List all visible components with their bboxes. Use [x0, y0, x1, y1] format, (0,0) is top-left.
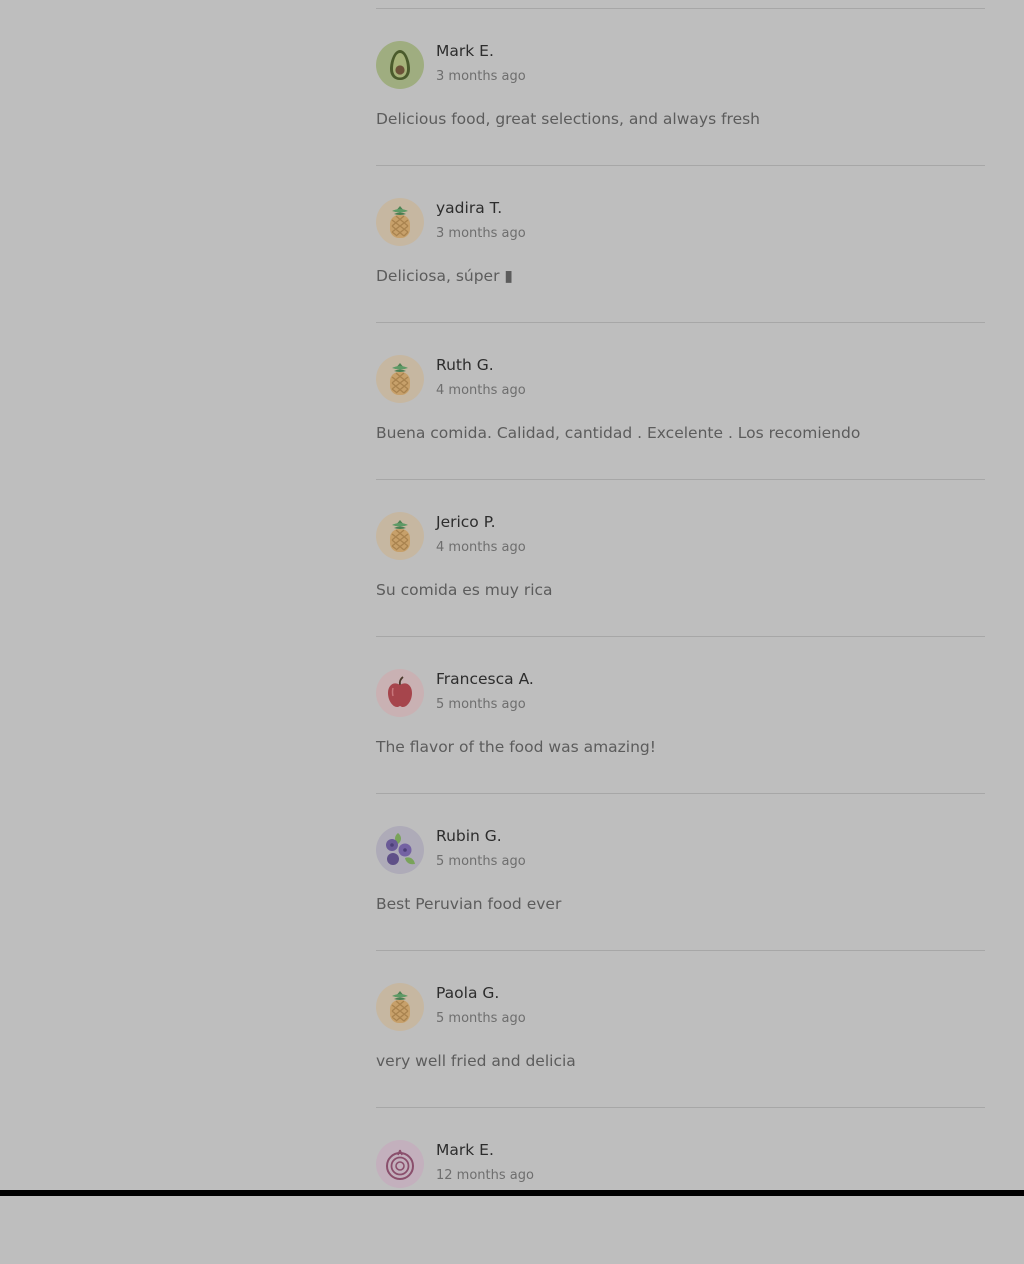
avatar: [376, 826, 424, 874]
review-time: 5 months ago: [436, 697, 526, 712]
review-time: 3 months ago: [436, 226, 526, 241]
avatar: [376, 1140, 424, 1188]
review-item: Jerico P. 4 months ago Su comida es muy …: [376, 480, 985, 636]
bottom-edge-bar: [0, 1190, 1024, 1196]
review-item: Rubin G. 5 months ago Best Peruvian food…: [376, 794, 985, 950]
avatar: [376, 512, 424, 560]
avatar: [376, 41, 424, 89]
avatar: [376, 198, 424, 246]
avatar: [376, 983, 424, 1031]
review-item: Mark E. 3 months ago Delicious food, gre…: [376, 9, 985, 165]
reviewer-name: Jerico P.: [436, 513, 496, 531]
reviewer-name: Ruth G.: [436, 356, 494, 374]
review-item: Paola G. 5 months ago very well fried an…: [376, 951, 985, 1107]
review-text: Buena comida. Calidad, cantidad . Excele…: [376, 424, 861, 442]
review-time: 5 months ago: [436, 854, 526, 869]
review-text: Deliciosa, súper ▮: [376, 267, 513, 285]
avatar: [376, 669, 424, 717]
apple-icon: [388, 676, 412, 707]
review-time: 3 months ago: [436, 69, 526, 84]
reviewer-name: Paola G.: [436, 984, 500, 1002]
review-item: Ruth G. 4 months ago Buena comida. Calid…: [376, 323, 985, 479]
review-time: 12 months ago: [436, 1168, 534, 1183]
reviewer-name: yadira T.: [436, 199, 503, 217]
review-time: 5 months ago: [436, 1011, 526, 1026]
pineapple-icon: [390, 520, 410, 552]
pineapple-icon: [390, 206, 410, 238]
avatar: [376, 355, 424, 403]
reviewer-name: Mark E.: [436, 1141, 494, 1159]
review-text: Best Peruvian food ever: [376, 895, 562, 913]
review-time: 4 months ago: [436, 540, 526, 555]
onion-icon: [386, 1149, 414, 1180]
review-text: Delicious food, great selections, and al…: [376, 110, 761, 128]
pineapple-icon: [390, 991, 410, 1023]
review-item: Mark E. 12 months ago: [376, 1108, 985, 1264]
review-text: very well fried and delicia: [376, 1052, 576, 1070]
review-item: Francesca A. 5 months ago The flavor of …: [376, 637, 985, 793]
reviewer-name: Rubin G.: [436, 827, 502, 845]
reviews-list: Mark E. 3 months ago Delicious food, gre…: [376, 0, 985, 1264]
reviewer-name: Mark E.: [436, 42, 494, 60]
avocado-icon: [390, 50, 410, 80]
review-text: Su comida es muy rica: [376, 581, 553, 599]
reviewer-name: Francesca A.: [436, 670, 534, 688]
review-time: 4 months ago: [436, 383, 526, 398]
review-text: The flavor of the food was amazing!: [376, 738, 656, 756]
review-item: yadira T. 3 months ago Deliciosa, súper …: [376, 166, 985, 322]
pineapple-icon: [390, 363, 410, 395]
blueberry-icon: [386, 833, 415, 865]
